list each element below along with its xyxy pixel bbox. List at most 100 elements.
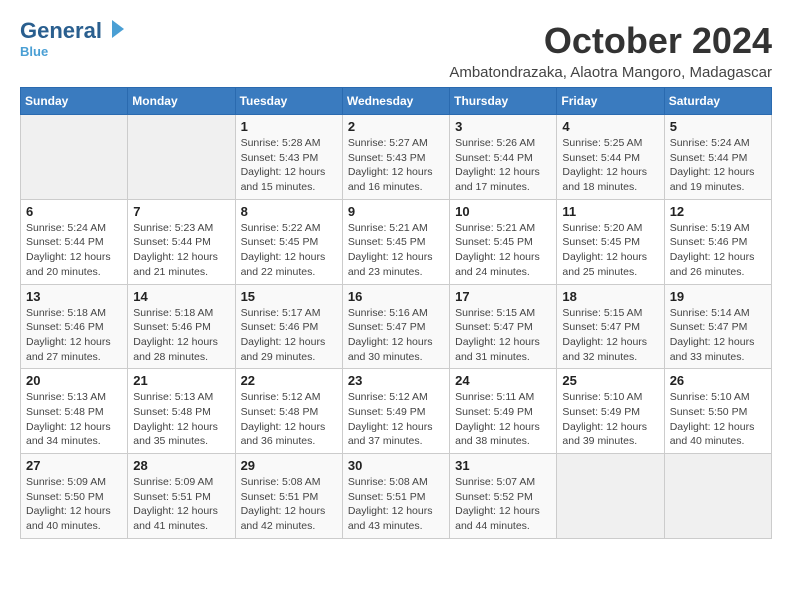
calendar-cell (128, 115, 235, 200)
location-title: Ambatondrazaka, Alaotra Mangoro, Madagas… (449, 64, 772, 81)
cell-day-number: 23 (348, 373, 444, 388)
cell-day-number: 22 (241, 373, 337, 388)
cell-day-number: 16 (348, 289, 444, 304)
calendar-cell: 8 Sunrise: 5:22 AM Sunset: 5:45 PM Daylig… (235, 199, 342, 284)
cell-day-number: 27 (26, 458, 122, 473)
cell-day-number: 4 (562, 119, 658, 134)
calendar-week-row: 27 Sunrise: 5:09 AM Sunset: 5:50 PM Dayli… (21, 454, 772, 539)
cell-info-text: Sunrise: 5:09 AM Sunset: 5:51 PM Dayligh… (133, 475, 229, 534)
cell-info-text: Sunrise: 5:18 AM Sunset: 5:46 PM Dayligh… (26, 306, 122, 365)
calendar-cell (664, 454, 771, 539)
cell-info-text: Sunrise: 5:28 AM Sunset: 5:43 PM Dayligh… (241, 136, 337, 195)
cell-info-text: Sunrise: 5:26 AM Sunset: 5:44 PM Dayligh… (455, 136, 551, 195)
cell-day-number: 30 (348, 458, 444, 473)
weekday-header-cell: Wednesday (342, 88, 449, 115)
cell-info-text: Sunrise: 5:18 AM Sunset: 5:46 PM Dayligh… (133, 306, 229, 365)
calendar-cell: 17 Sunrise: 5:15 AM Sunset: 5:47 PM Dayli… (450, 284, 557, 369)
title-block: October 2024 Ambatondrazaka, Alaotra Man… (449, 20, 772, 81)
calendar-cell: 25 Sunrise: 5:10 AM Sunset: 5:49 PM Dayli… (557, 369, 664, 454)
cell-day-number: 18 (562, 289, 658, 304)
cell-day-number: 15 (241, 289, 337, 304)
logo-text-general: General (20, 20, 102, 42)
cell-info-text: Sunrise: 5:14 AM Sunset: 5:47 PM Dayligh… (670, 306, 766, 365)
cell-info-text: Sunrise: 5:20 AM Sunset: 5:45 PM Dayligh… (562, 221, 658, 280)
cell-day-number: 12 (670, 204, 766, 219)
calendar-cell: 11 Sunrise: 5:20 AM Sunset: 5:45 PM Dayli… (557, 199, 664, 284)
cell-info-text: Sunrise: 5:10 AM Sunset: 5:50 PM Dayligh… (670, 390, 766, 449)
calendar-cell: 19Sunrise: 5:14 AM Sunset: 5:47 PM Dayli… (664, 284, 771, 369)
calendar-cell: 14 Sunrise: 5:18 AM Sunset: 5:46 PM Dayli… (128, 284, 235, 369)
calendar-cell: 23 Sunrise: 5:12 AM Sunset: 5:49 PM Dayli… (342, 369, 449, 454)
calendar-week-row: 13 Sunrise: 5:18 AM Sunset: 5:46 PM Dayli… (21, 284, 772, 369)
calendar-cell: 1 Sunrise: 5:28 AM Sunset: 5:43 PM Daylig… (235, 115, 342, 200)
calendar-cell: 18 Sunrise: 5:15 AM Sunset: 5:47 PM Dayli… (557, 284, 664, 369)
cell-day-number: 14 (133, 289, 229, 304)
logo-text-blue: Blue (20, 44, 48, 59)
weekday-header-cell: Saturday (664, 88, 771, 115)
calendar-cell: 13 Sunrise: 5:18 AM Sunset: 5:46 PM Dayli… (21, 284, 128, 369)
cell-info-text: Sunrise: 5:11 AM Sunset: 5:49 PM Dayligh… (455, 390, 551, 449)
cell-day-number: 26 (670, 373, 766, 388)
cell-info-text: Sunrise: 5:08 AM Sunset: 5:51 PM Dayligh… (241, 475, 337, 534)
cell-info-text: Sunrise: 5:21 AM Sunset: 5:45 PM Dayligh… (348, 221, 444, 280)
cell-info-text: Sunrise: 5:24 AM Sunset: 5:44 PM Dayligh… (26, 221, 122, 280)
cell-info-text: Sunrise: 5:10 AM Sunset: 5:49 PM Dayligh… (562, 390, 658, 449)
page-header: General Blue October 2024 Ambatondrazaka… (20, 20, 772, 81)
calendar-cell: 5Sunrise: 5:24 AM Sunset: 5:44 PM Daylig… (664, 115, 771, 200)
calendar-cell: 16 Sunrise: 5:16 AM Sunset: 5:47 PM Dayli… (342, 284, 449, 369)
cell-day-number: 2 (348, 119, 444, 134)
calendar-table: SundayMondayTuesdayWednesdayThursdayFrid… (20, 87, 772, 539)
cell-info-text: Sunrise: 5:25 AM Sunset: 5:44 PM Dayligh… (562, 136, 658, 195)
calendar-body: 1 Sunrise: 5:28 AM Sunset: 5:43 PM Daylig… (21, 115, 772, 539)
calendar-cell: 20Sunrise: 5:13 AM Sunset: 5:48 PM Dayli… (21, 369, 128, 454)
weekday-header-cell: Thursday (450, 88, 557, 115)
calendar-cell: 30 Sunrise: 5:08 AM Sunset: 5:51 PM Dayli… (342, 454, 449, 539)
cell-day-number: 9 (348, 204, 444, 219)
calendar-cell: 26 Sunrise: 5:10 AM Sunset: 5:50 PM Dayli… (664, 369, 771, 454)
calendar-cell: 24 Sunrise: 5:11 AM Sunset: 5:49 PM Dayli… (450, 369, 557, 454)
calendar-cell: 7 Sunrise: 5:23 AM Sunset: 5:44 PM Daylig… (128, 199, 235, 284)
cell-info-text: Sunrise: 5:07 AM Sunset: 5:52 PM Dayligh… (455, 475, 551, 534)
calendar-cell: 3Sunrise: 5:26 AM Sunset: 5:44 PM Daylig… (450, 115, 557, 200)
cell-info-text: Sunrise: 5:27 AM Sunset: 5:43 PM Dayligh… (348, 136, 444, 195)
weekday-header-cell: Friday (557, 88, 664, 115)
cell-day-number: 20 (26, 373, 122, 388)
calendar-cell: 4 Sunrise: 5:25 AM Sunset: 5:44 PM Daylig… (557, 115, 664, 200)
cell-day-number: 13 (26, 289, 122, 304)
cell-info-text: Sunrise: 5:23 AM Sunset: 5:44 PM Dayligh… (133, 221, 229, 280)
calendar-cell: 29Sunrise: 5:08 AM Sunset: 5:51 PM Dayli… (235, 454, 342, 539)
cell-day-number: 17 (455, 289, 551, 304)
cell-info-text: Sunrise: 5:17 AM Sunset: 5:46 PM Dayligh… (241, 306, 337, 365)
weekday-header-cell: Monday (128, 88, 235, 115)
calendar-cell: 27 Sunrise: 5:09 AM Sunset: 5:50 PM Dayli… (21, 454, 128, 539)
calendar-cell: 2 Sunrise: 5:27 AM Sunset: 5:43 PM Daylig… (342, 115, 449, 200)
logo-icon (104, 18, 126, 40)
calendar-week-row: 1 Sunrise: 5:28 AM Sunset: 5:43 PM Daylig… (21, 115, 772, 200)
cell-info-text: Sunrise: 5:15 AM Sunset: 5:47 PM Dayligh… (455, 306, 551, 365)
cell-day-number: 11 (562, 204, 658, 219)
cell-info-text: Sunrise: 5:13 AM Sunset: 5:48 PM Dayligh… (133, 390, 229, 449)
calendar-cell: 22 Sunrise: 5:12 AM Sunset: 5:48 PM Dayli… (235, 369, 342, 454)
cell-info-text: Sunrise: 5:22 AM Sunset: 5:45 PM Dayligh… (241, 221, 337, 280)
calendar-cell: 28Sunrise: 5:09 AM Sunset: 5:51 PM Dayli… (128, 454, 235, 539)
cell-day-number: 7 (133, 204, 229, 219)
cell-day-number: 10 (455, 204, 551, 219)
calendar-cell (557, 454, 664, 539)
cell-day-number: 25 (562, 373, 658, 388)
cell-day-number: 24 (455, 373, 551, 388)
cell-info-text: Sunrise: 5:12 AM Sunset: 5:48 PM Dayligh… (241, 390, 337, 449)
month-title: October 2024 (449, 20, 772, 62)
cell-info-text: Sunrise: 5:15 AM Sunset: 5:47 PM Dayligh… (562, 306, 658, 365)
cell-day-number: 8 (241, 204, 337, 219)
cell-day-number: 1 (241, 119, 337, 134)
cell-info-text: Sunrise: 5:08 AM Sunset: 5:51 PM Dayligh… (348, 475, 444, 534)
weekday-header-row: SundayMondayTuesdayWednesdayThursdayFrid… (21, 88, 772, 115)
calendar-cell: 10Sunrise: 5:21 AM Sunset: 5:45 PM Dayli… (450, 199, 557, 284)
cell-info-text: Sunrise: 5:12 AM Sunset: 5:49 PM Dayligh… (348, 390, 444, 449)
cell-day-number: 5 (670, 119, 766, 134)
calendar-cell: 15 Sunrise: 5:17 AM Sunset: 5:46 PM Dayli… (235, 284, 342, 369)
cell-info-text: Sunrise: 5:09 AM Sunset: 5:50 PM Dayligh… (26, 475, 122, 534)
calendar-cell: 31Sunrise: 5:07 AM Sunset: 5:52 PM Dayli… (450, 454, 557, 539)
calendar-cell: 21Sunrise: 5:13 AM Sunset: 5:48 PM Dayli… (128, 369, 235, 454)
cell-info-text: Sunrise: 5:16 AM Sunset: 5:47 PM Dayligh… (348, 306, 444, 365)
